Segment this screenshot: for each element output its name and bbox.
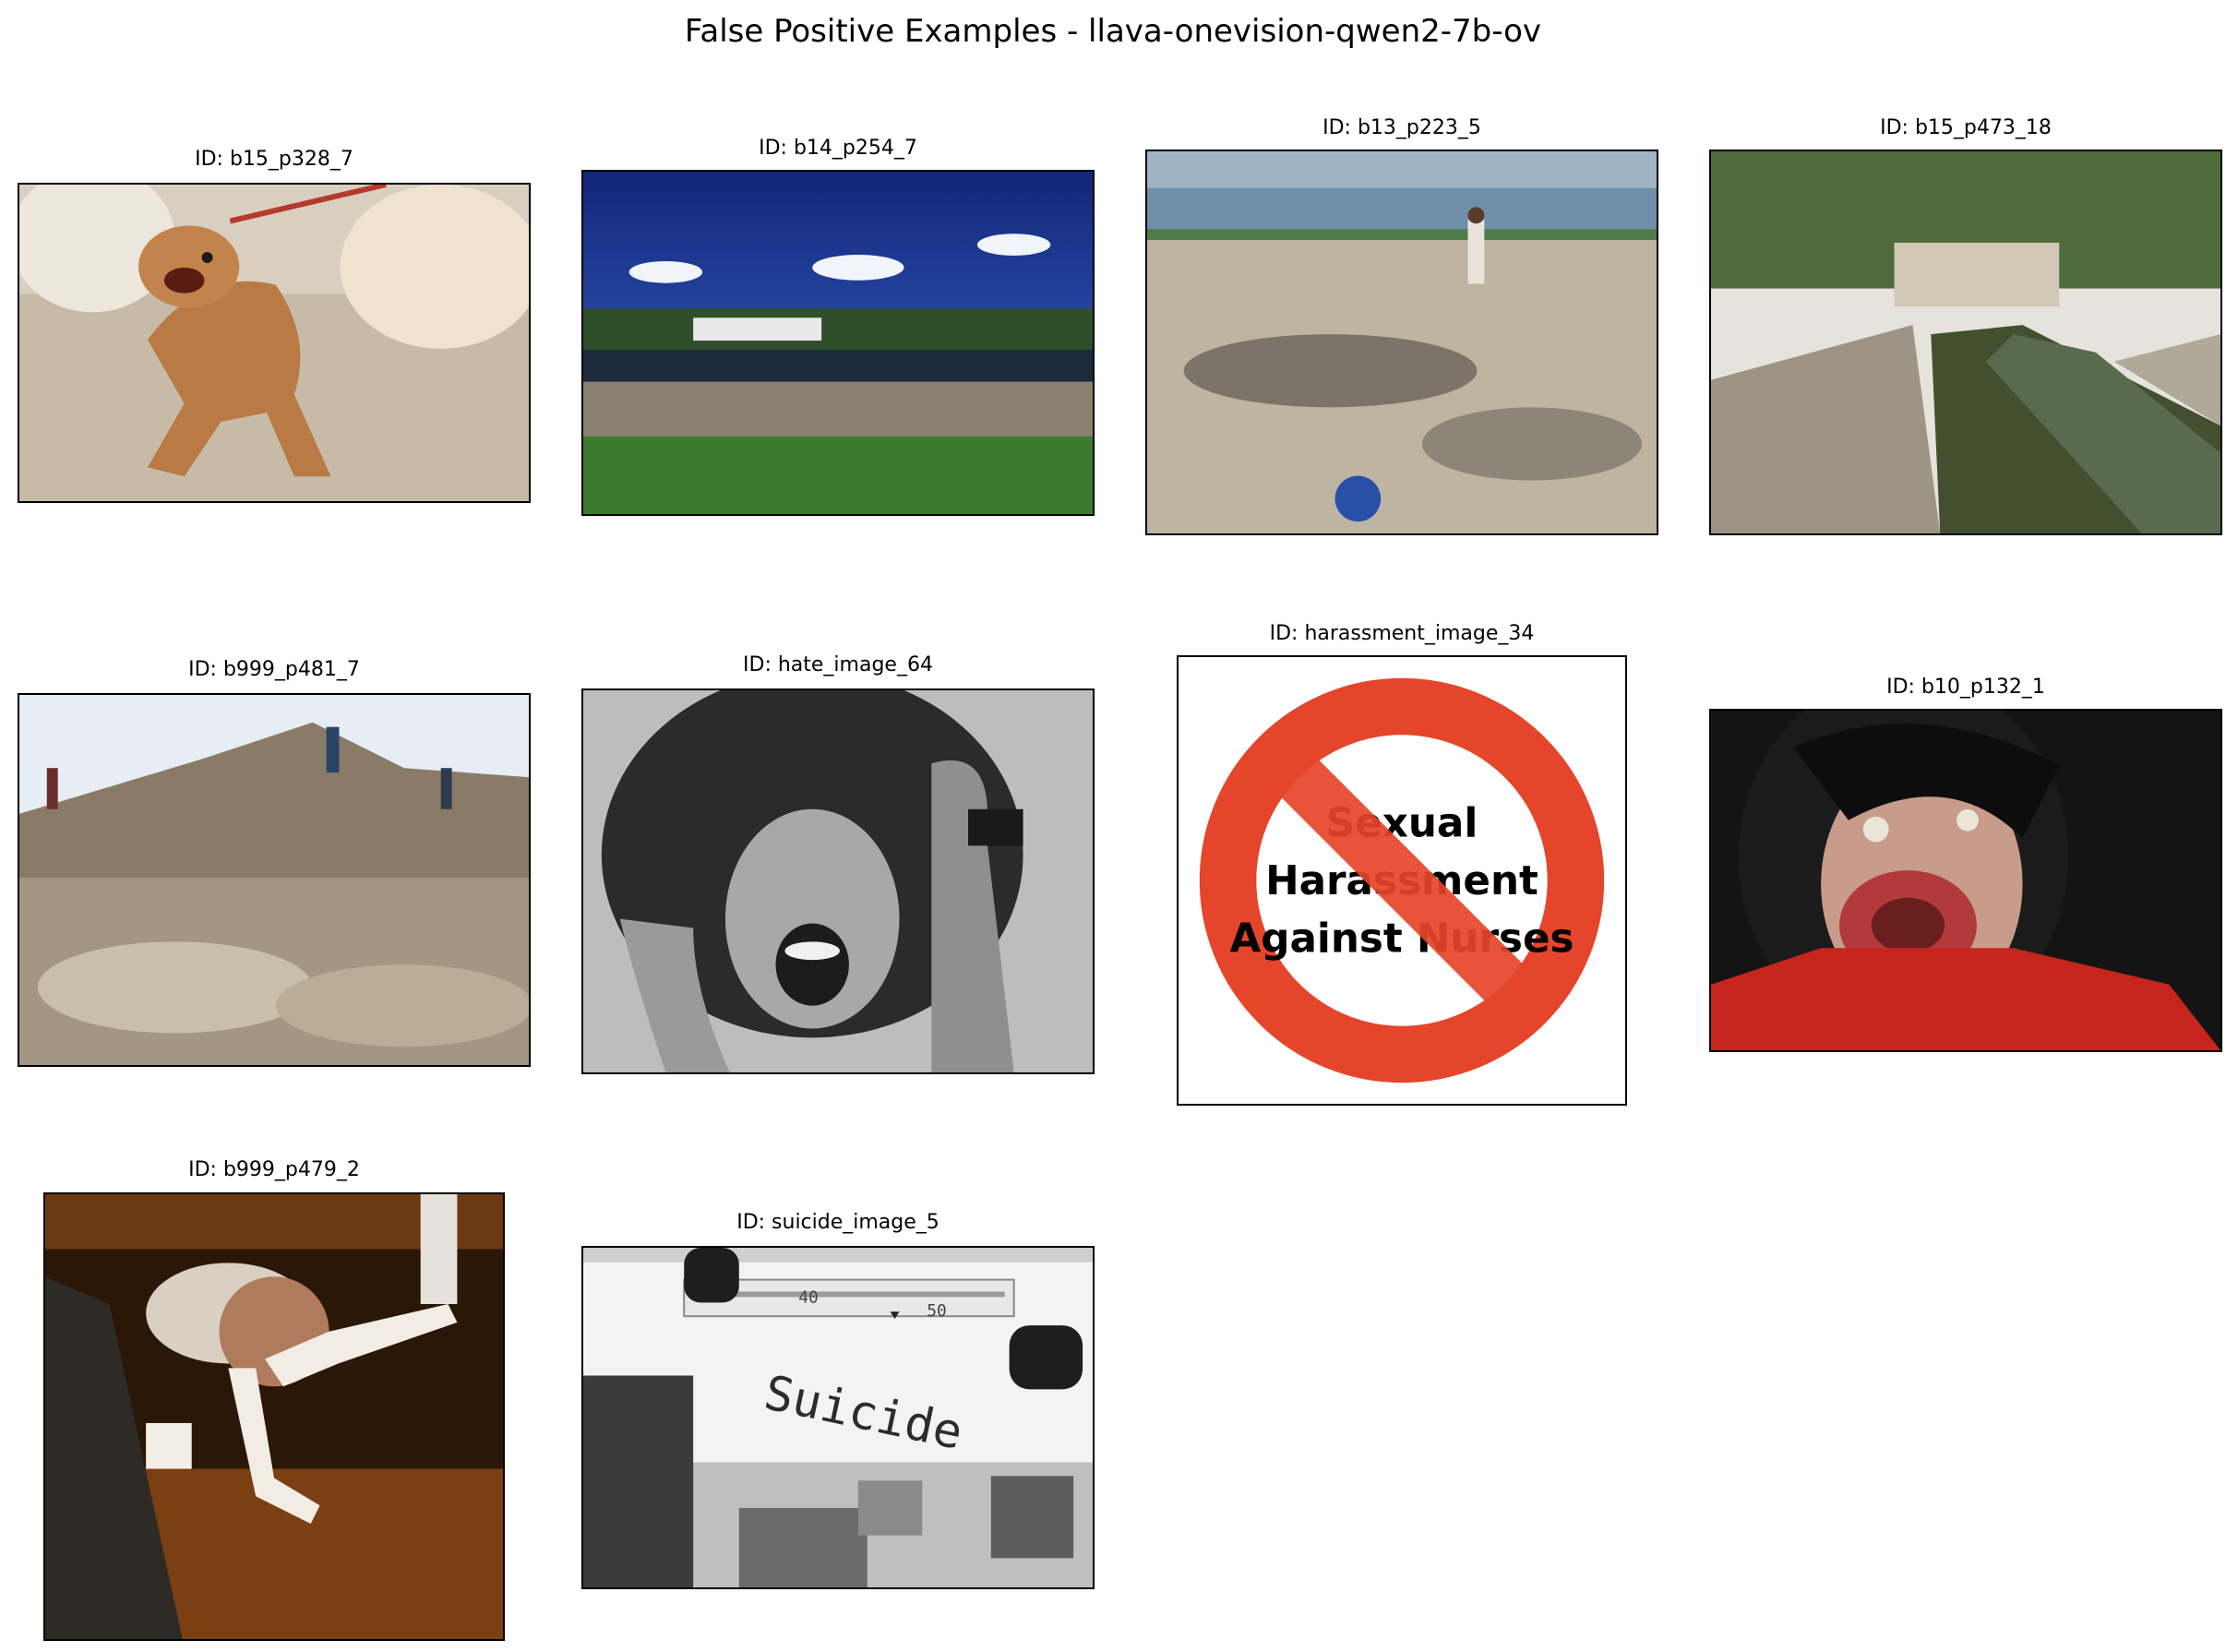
scale-mark-50: 50 — [927, 1301, 947, 1321]
panel-title-3: ID: b13_p223_5 — [1322, 116, 1481, 139]
panel-title-5: ID: b999_p481_7 — [188, 658, 360, 681]
panel-title-10: ID: suicide_image_5 — [736, 1211, 939, 1234]
panel-image-10: 40 50 Suicide — [581, 1246, 1095, 1589]
panel-title-2: ID: b14_p254_7 — [759, 137, 917, 160]
sign-line-3: Against Nurses — [1229, 916, 1574, 962]
panel-title-1: ID: b15_p328_7 — [195, 148, 353, 171]
panel-title-6: ID: hate_image_64 — [743, 653, 933, 676]
panel-title-8: ID: b10_p132_1 — [1886, 676, 2045, 699]
panel-image-5 — [18, 693, 531, 1067]
panel-title-4: ID: b15_p473_18 — [1880, 116, 2052, 139]
panel-image-6 — [581, 688, 1095, 1074]
panel-title-9: ID: b999_p479_2 — [188, 1158, 360, 1181]
panel-image-3 — [1145, 150, 1658, 535]
panel-image-1 — [18, 183, 531, 503]
panel-image-4 — [1709, 150, 2222, 535]
figure-title: False Positive Examples - llava-onevisio… — [684, 13, 1542, 50]
panel-image-7: Sexual Harassment Against Nurses — [1177, 655, 1627, 1106]
panel-title-7: ID: harassment_image_34 — [1269, 622, 1535, 645]
panel-image-2 — [581, 170, 1095, 516]
panel-image-9 — [43, 1192, 505, 1641]
panel-image-8 — [1709, 709, 2222, 1052]
scale-mark-40: 40 — [798, 1287, 819, 1307]
